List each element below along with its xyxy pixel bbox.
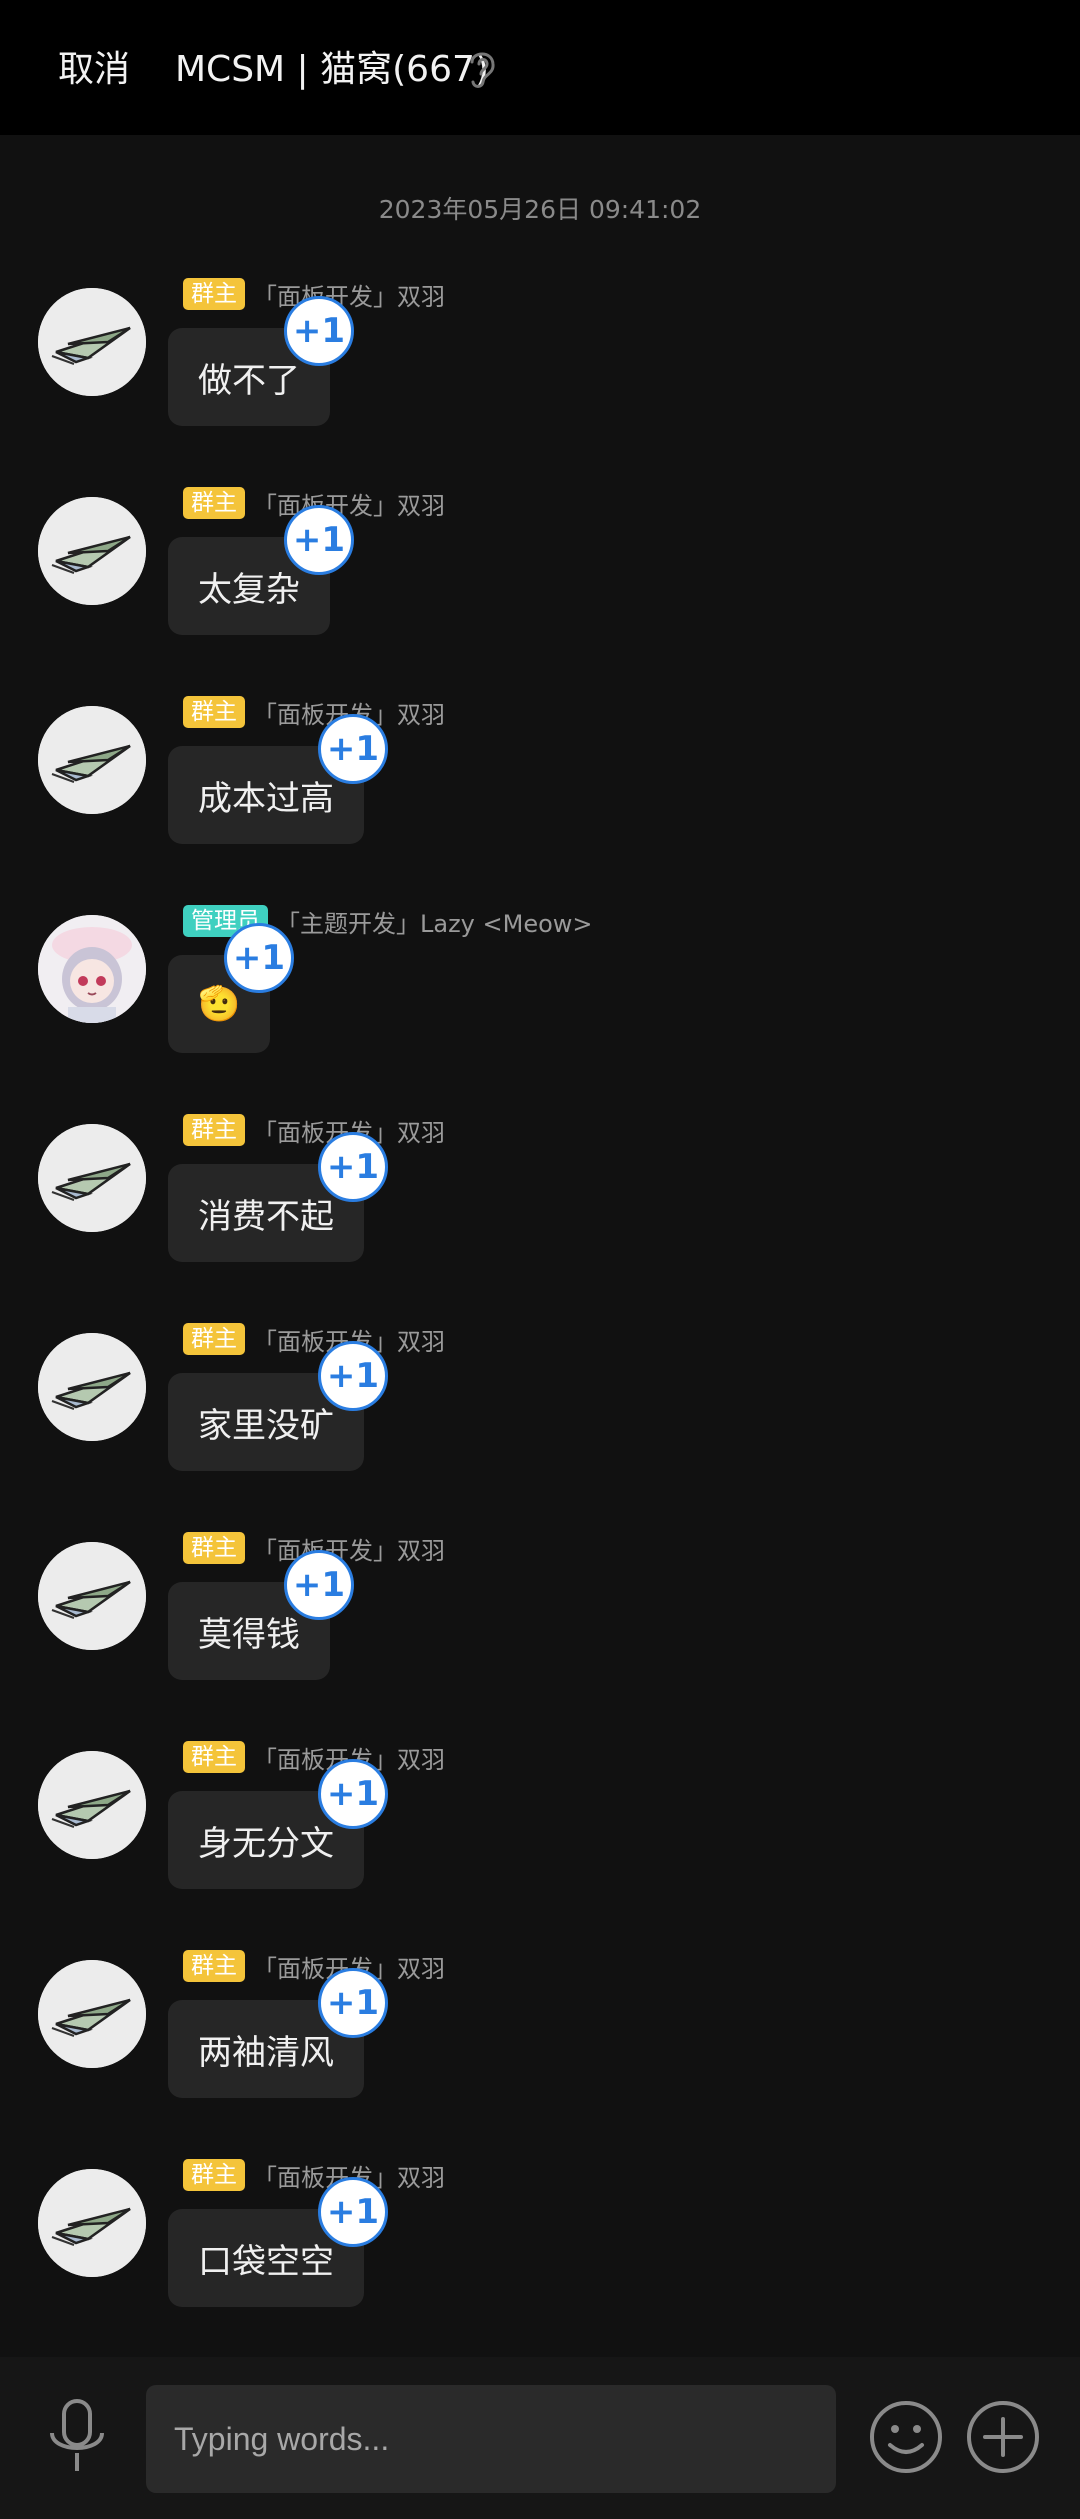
avatar[interactable] — [38, 497, 146, 605]
plus-one-reaction-button[interactable]: +1 — [284, 505, 354, 575]
message-meta: 群主「面板开发」双羽 — [183, 1321, 445, 1357]
message-row: 群主「面板开发」双羽家里没矿+1 — [0, 1321, 1080, 1521]
avatar[interactable] — [38, 2169, 146, 2277]
avatar[interactable] — [38, 1960, 146, 2068]
avatar[interactable] — [38, 1333, 146, 1441]
avatar[interactable] — [38, 706, 146, 814]
message-row: 群主「面板开发」双羽消费不起+1 — [0, 1112, 1080, 1312]
role-badge: 群主 — [183, 696, 245, 728]
role-badge: 群主 — [183, 1741, 245, 1773]
avatar[interactable] — [38, 1542, 146, 1650]
message-input[interactable] — [146, 2385, 836, 2493]
plus-one-reaction-button[interactable]: +1 — [318, 714, 388, 784]
microphone-icon[interactable] — [44, 2397, 110, 2477]
role-badge: 群主 — [183, 1323, 245, 1355]
role-badge: 群主 — [183, 1114, 245, 1146]
emoji-icon[interactable] — [868, 2399, 944, 2475]
message-row: 群主 「面板开发」双羽 莫得钱 +1 — [0, 1530, 1080, 1730]
message-meta: 群主「面板开发」双羽 — [183, 1948, 445, 1984]
avatar[interactable] — [38, 1124, 146, 1232]
message-meta: 群主「面板开发」双羽 — [183, 1112, 445, 1148]
message-row: 管理员 「主题开发」Lazy <Meow> 🫡 +1 — [0, 903, 1080, 1103]
ear-icon[interactable] — [462, 44, 502, 92]
plus-one-reaction-button[interactable]: +1 — [224, 923, 294, 993]
plus-one-reaction-button[interactable]: +1 — [318, 1132, 388, 1202]
top-bar: 取消 MCSM | 猫窝(667) — [0, 0, 1080, 135]
plus-one-reaction-button[interactable]: +1 — [284, 1550, 354, 1620]
message-row: 群主「面板开发」双羽两袖清风+1 — [0, 1948, 1080, 2148]
composer-bar — [0, 2357, 1080, 2519]
add-icon[interactable] — [965, 2399, 1041, 2475]
role-badge: 群主 — [183, 2159, 245, 2191]
role-badge: 群主 — [183, 1532, 245, 1564]
plus-one-reaction-button[interactable]: +1 — [318, 1968, 388, 2038]
message-row: 群主 「面板开发」双羽 做不了 +1 — [0, 276, 1080, 476]
avatar[interactable] — [38, 915, 146, 1023]
plus-one-reaction-button[interactable]: +1 — [318, 2177, 388, 2247]
plus-one-reaction-button[interactable]: +1 — [318, 1341, 388, 1411]
message-meta: 群主「面板开发」双羽 — [183, 694, 445, 730]
plus-one-reaction-button[interactable]: +1 — [318, 1759, 388, 1829]
message-row: 群主 「面板开发」双羽 太复杂 +1 — [0, 485, 1080, 685]
chat-title: MCSM | 猫窝(667) — [175, 49, 489, 90]
sender-name[interactable]: 「面板开发」双羽 — [253, 486, 445, 521]
message-row: 群主「面板开发」双羽成本过高+1 — [0, 694, 1080, 894]
role-badge: 群主 — [183, 1950, 245, 1982]
avatar[interactable] — [38, 288, 146, 396]
message-meta: 群主「面板开发」双羽 — [183, 1739, 445, 1775]
message-row: 群主「面板开发」双羽口袋空空+1 — [0, 2157, 1080, 2357]
avatar[interactable] — [38, 1751, 146, 1859]
sender-name[interactable]: 「主题开发」Lazy <Meow> — [276, 904, 593, 939]
role-badge: 群主 — [183, 278, 245, 310]
plus-one-reaction-button[interactable]: +1 — [284, 296, 354, 366]
sender-name[interactable]: 「面板开发」双羽 — [253, 277, 445, 312]
cancel-button[interactable]: 取消 — [58, 40, 130, 92]
message-row: 群主「面板开发」双羽身无分文+1 — [0, 1739, 1080, 1939]
message-meta: 群主「面板开发」双羽 — [183, 2157, 445, 2193]
role-badge: 群主 — [183, 487, 245, 519]
message-timestamp: 2023年05月26日 09:41:02 — [378, 195, 702, 224]
sender-name[interactable]: 「面板开发」双羽 — [253, 1531, 445, 1566]
